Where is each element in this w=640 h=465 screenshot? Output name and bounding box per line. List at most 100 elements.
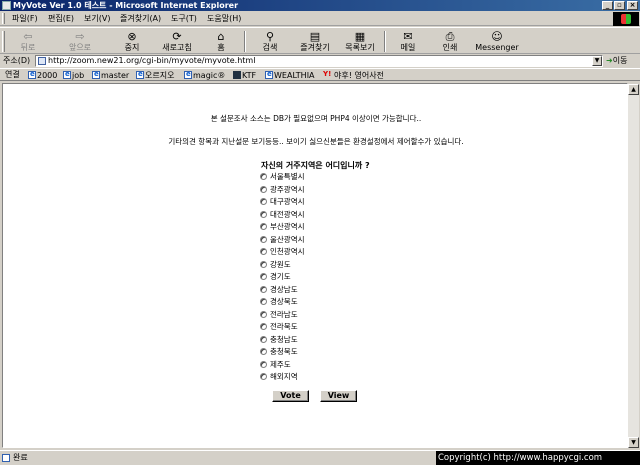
home-button[interactable]: ⌂ 홈 [201, 29, 241, 54]
scroll-down-button[interactable]: ▼ [628, 437, 639, 448]
stop-button[interactable]: ⊗ 중지 [112, 29, 152, 54]
link-wealthia[interactable]: WEALTHIA [265, 69, 315, 81]
radio-button[interactable] [260, 185, 267, 193]
option-daejeon[interactable]: 대전광역시 [260, 209, 305, 221]
option-busan[interactable]: 부산광역시 [260, 221, 305, 233]
radio-button[interactable] [260, 323, 267, 330]
search-icon: ⚲ [265, 30, 275, 43]
window-title: MyVote Ver 1.0 테스트 - Microsoft Internet … [13, 1, 239, 10]
close-button[interactable]: × [627, 1, 638, 10]
radio-button[interactable] [260, 360, 267, 368]
favorites-button[interactable]: ▤ 즐겨찾기 [295, 29, 335, 54]
home-icon: ⌂ [217, 30, 225, 43]
mail-label: 메일 [400, 43, 416, 52]
ie-app-icon[interactable] [2, 1, 11, 10]
radio-button[interactable] [260, 260, 267, 268]
option-jeonnam[interactable]: 전라남도 [260, 309, 298, 321]
radio-button[interactable] [260, 310, 267, 318]
menubar-grip[interactable] [2, 13, 5, 24]
option-label: 전라북도 [270, 322, 298, 331]
address-box[interactable]: ▼ [35, 55, 603, 67]
go-button[interactable]: ➜이동 [606, 55, 638, 67]
refresh-label: 새로고침 [162, 43, 192, 52]
address-dropdown-button[interactable]: ▼ [592, 56, 602, 66]
option-label: 제주도 [270, 359, 291, 369]
link-2000[interactable]: 2000 [28, 69, 57, 81]
ie-page-icon [136, 69, 144, 80]
radio-button[interactable] [260, 273, 267, 280]
vote-button[interactable]: Vote [272, 390, 309, 402]
menu-tools[interactable]: 도구(T) [171, 13, 197, 24]
option-chungbuk[interactable]: 충청북도 [260, 346, 298, 358]
back-label: 뒤로 [20, 43, 36, 52]
favorites-label: 즐겨찾기 [300, 43, 330, 52]
stop-icon: ⊗ [127, 30, 137, 43]
print-button[interactable]: ⎙ 인쇄 [430, 29, 470, 54]
menu-favorites[interactable]: 즐겨찾기(A) [120, 13, 161, 24]
ie-page-icon [265, 69, 273, 80]
option-gyeonggi[interactable]: 경기도 [260, 271, 291, 283]
radio-button[interactable] [260, 223, 267, 230]
radio-button[interactable] [260, 373, 267, 380]
option-label: 충청남도 [270, 334, 298, 344]
title-bar[interactable]: MyVote Ver 1.0 테스트 - Microsoft Internet … [0, 0, 640, 11]
link-text: WEALTHIA [274, 71, 315, 80]
option-gyeongnam[interactable]: 경상남도 [260, 284, 298, 296]
messenger-button[interactable]: ☺ Messenger [474, 29, 520, 54]
menu-help[interactable]: 도움말(H) [207, 13, 241, 24]
option-gangwon[interactable]: 강원도 [260, 259, 291, 271]
menu-edit[interactable]: 편집(E) [48, 13, 74, 24]
radio-button[interactable] [260, 198, 267, 205]
go-arrow-icon: ➜ [606, 56, 613, 65]
refresh-button[interactable]: ⟳ 새로고침 [157, 29, 197, 54]
option-chungnam[interactable]: 충청남도 [260, 334, 298, 346]
link-ktf[interactable]: KTF [233, 70, 256, 81]
radio-button[interactable] [260, 235, 267, 243]
radio-button[interactable] [260, 210, 267, 218]
option-gwangju[interactable]: 광주광역시 [260, 184, 305, 196]
minimize-button[interactable]: _ [602, 1, 613, 10]
maximize-button[interactable]: ▫ [614, 1, 625, 10]
search-button[interactable]: ⚲ 검색 [250, 29, 290, 54]
option-overseas[interactable]: 해외지역 [260, 371, 298, 383]
link-job[interactable]: job [63, 69, 84, 81]
option-label: 서울특별시 [270, 172, 305, 181]
option-label: 해외지역 [270, 372, 298, 381]
link-yahoo-dictionary[interactable]: 야후! 영어사전 [323, 69, 384, 81]
back-arrow-icon: ⇦ [23, 30, 33, 43]
option-gyeongbuk[interactable]: 경상북도 [260, 296, 298, 308]
ie-page-icon [184, 69, 192, 80]
option-daegu[interactable]: 대구광역시 [260, 196, 305, 208]
messenger-user-icon: ☺ [491, 30, 503, 43]
menu-view[interactable]: 보기(V) [84, 13, 110, 24]
messenger-label: Messenger [475, 43, 519, 52]
vertical-scrollbar[interactable]: ▲ ▼ [628, 84, 639, 448]
radio-button[interactable] [260, 285, 267, 293]
history-button[interactable]: ▦ 목록보기 [340, 29, 380, 54]
option-jeonbuk[interactable]: 전라북도 [260, 321, 298, 333]
back-button[interactable]: ⇦ 뒤로 [8, 29, 48, 54]
ie-page-icon [28, 69, 36, 80]
scroll-up-button[interactable]: ▲ [628, 84, 639, 95]
radio-button[interactable] [260, 348, 267, 355]
forward-button[interactable]: ⇨ 앞으로 [60, 29, 100, 54]
view-button[interactable]: View [320, 390, 357, 402]
radio-button[interactable] [260, 298, 267, 305]
option-jeju[interactable]: 제주도 [260, 359, 291, 371]
radio-button[interactable] [260, 173, 267, 180]
link-magic[interactable]: magic® [184, 69, 225, 81]
option-seoul[interactable]: 서울특별시 [260, 171, 305, 183]
radio-button[interactable] [260, 248, 267, 255]
link-orgio[interactable]: 오르지오 [136, 69, 174, 81]
page-content: 본 설문조사 소스는 DB가 필요없으며 PHP4 이상이면 가능합니다.. 기… [2, 83, 628, 448]
radio-button[interactable] [260, 335, 267, 343]
menu-file[interactable]: 파일(F) [12, 13, 38, 24]
address-bar: 주소(D) ▼ ➜이동 [0, 55, 640, 67]
toolbar-grip[interactable] [2, 31, 5, 52]
address-label: 주소(D) [3, 56, 31, 65]
link-master[interactable]: master [92, 69, 129, 81]
option-ulsan[interactable]: 울산광역시 [260, 234, 305, 246]
mail-button[interactable]: ✉ 메일 [388, 29, 428, 54]
option-incheon[interactable]: 인천광역시 [260, 246, 305, 258]
address-input[interactable] [48, 56, 588, 66]
